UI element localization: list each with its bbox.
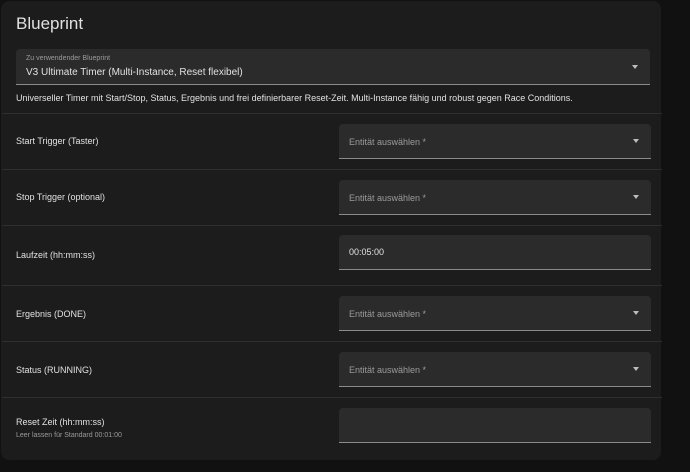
divider [2, 341, 662, 342]
reset-zeit-hint: Leer lassen für Standard 00:01:00 [16, 432, 122, 439]
stop-trigger-label: Stop Trigger (optional) [16, 192, 106, 202]
divider [2, 285, 662, 286]
blueprint-card: Blueprint Zu verwendender Blueprint V3 U… [1, 1, 662, 460]
reset-zeit-field[interactable] [339, 408, 651, 443]
reset-zeit-label: Reset Zeit (hh:mm:ss) [16, 417, 105, 427]
laufzeit-input[interactable] [339, 235, 651, 269]
ergebnis-placeholder: Entität auswählen * [349, 309, 427, 319]
ergebnis-label: Ergebnis (DONE) [16, 309, 87, 319]
chevron-down-icon [633, 139, 639, 143]
status-entity-picker[interactable]: Entität auswählen * [339, 352, 651, 387]
laufzeit-field[interactable] [339, 235, 651, 270]
chevron-down-icon [633, 367, 639, 371]
status-label: Status (RUNNING) [16, 365, 93, 375]
divider [2, 169, 662, 170]
status-placeholder: Entität auswählen * [349, 365, 427, 375]
reset-zeit-input[interactable] [339, 408, 651, 442]
laufzeit-label: Laufzeit (hh:mm:ss) [16, 250, 96, 260]
chevron-down-icon [633, 311, 639, 315]
blueprint-select-value: V3 Ultimate Timer (Multi-Instance, Reset… [26, 67, 243, 78]
divider [2, 225, 662, 226]
stop-trigger-placeholder: Entität auswählen * [349, 193, 427, 203]
blueprint-description: Universeller Timer mit Start/Stop, Statu… [16, 93, 573, 103]
chevron-down-icon [632, 64, 638, 69]
blueprint-select-label: Zu verwendender Blueprint [26, 55, 111, 62]
stop-trigger-entity-picker[interactable]: Entität auswählen * [339, 180, 651, 215]
card-title: Blueprint [16, 14, 84, 33]
chevron-down-icon [633, 195, 639, 199]
divider [2, 397, 662, 398]
start-trigger-placeholder: Entität auswählen * [349, 137, 427, 147]
ergebnis-entity-picker[interactable]: Entität auswählen * [339, 296, 651, 331]
divider [2, 113, 662, 114]
start-trigger-entity-picker[interactable]: Entität auswählen * [339, 124, 651, 159]
blueprint-select[interactable]: Zu verwendender Blueprint V3 Ultimate Ti… [16, 49, 650, 85]
start-trigger-label: Start Trigger (Taster) [16, 136, 99, 146]
